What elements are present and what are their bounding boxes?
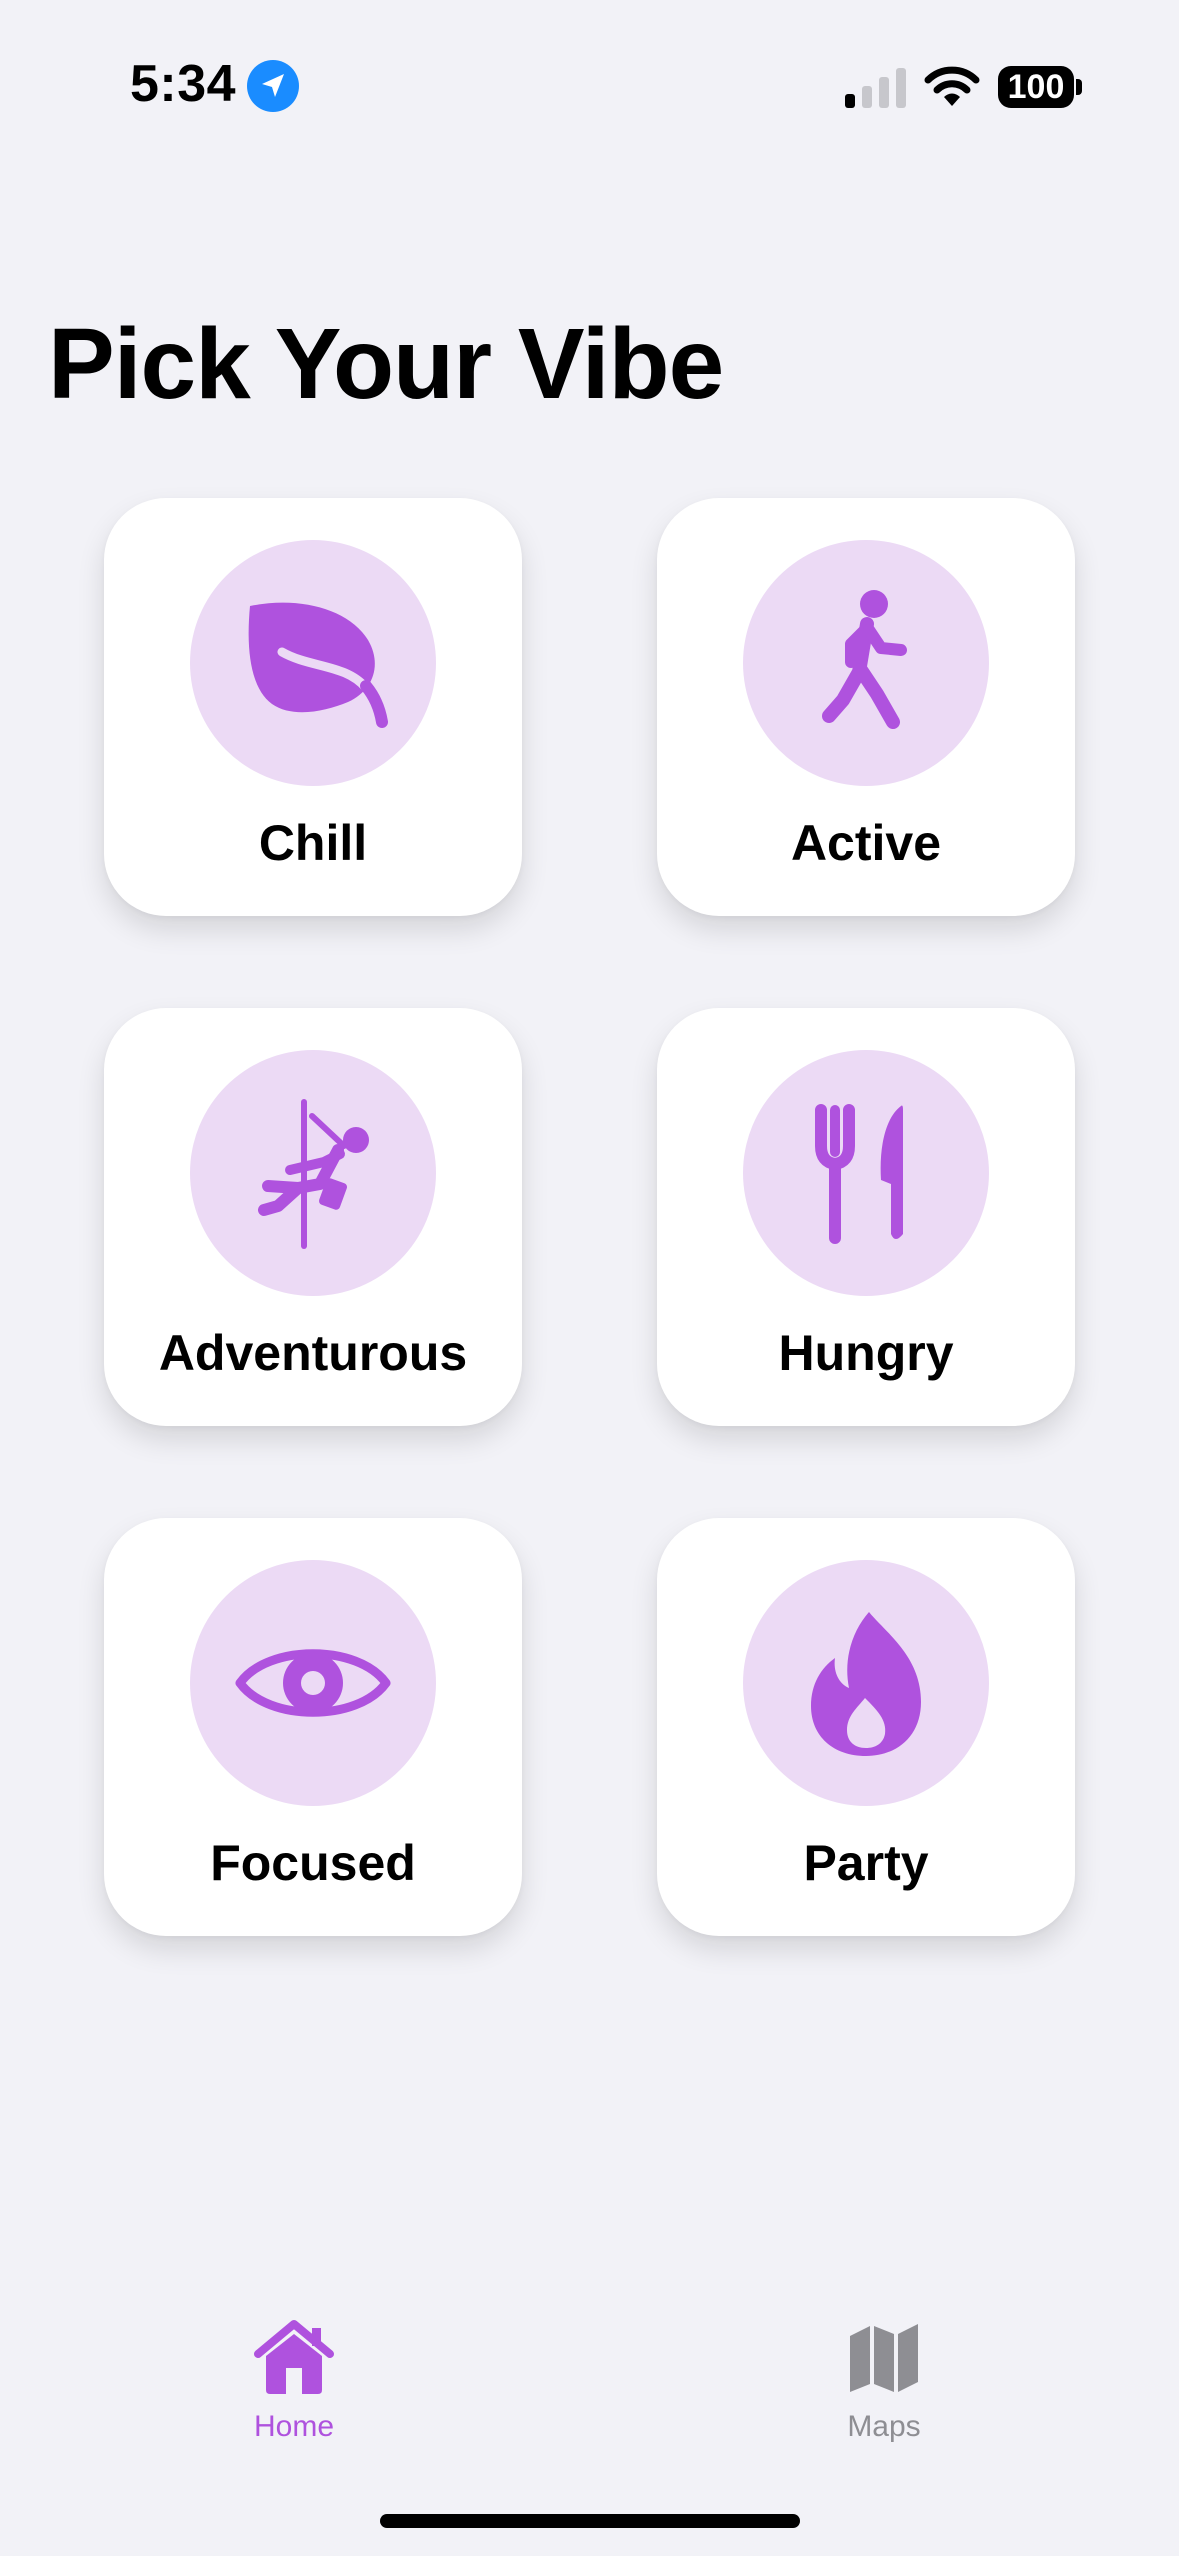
vibe-label: Active xyxy=(790,815,942,871)
cellular-signal-icon xyxy=(845,68,906,108)
battery-indicator: 100 xyxy=(998,66,1082,108)
map-icon xyxy=(850,2324,918,2392)
vibe-card-party[interactable]: Party xyxy=(657,1518,1075,1936)
tab-home[interactable]: Home xyxy=(194,2320,394,2460)
battery-cap xyxy=(1076,79,1082,95)
wifi-icon xyxy=(924,66,980,106)
tab-label: Home xyxy=(253,2410,335,2443)
icon-circle xyxy=(190,1560,436,1806)
vibe-label: Party xyxy=(803,1835,929,1891)
vibe-card-focused[interactable]: Focused xyxy=(104,1518,522,1936)
vibe-label: Hungry xyxy=(778,1325,954,1381)
status-time: 5:34 xyxy=(130,55,237,113)
page-title: Pick Your Vibe xyxy=(48,308,724,420)
vibe-card-active[interactable]: Active xyxy=(657,498,1075,916)
status-bar: 5:34 100 xyxy=(0,0,1179,170)
vibe-card-chill[interactable]: Chill xyxy=(104,498,522,916)
icon-circle xyxy=(190,1050,436,1296)
location-arrow-icon xyxy=(247,60,299,112)
leaf-icon xyxy=(248,602,388,728)
vibe-card-hungry[interactable]: Hungry xyxy=(657,1008,1075,1426)
house-icon xyxy=(254,2320,334,2394)
icon-circle xyxy=(743,1560,989,1806)
eye-icon xyxy=(235,1649,391,1717)
fork-knife-icon xyxy=(815,1104,903,1244)
vibe-label: Chill xyxy=(258,815,368,871)
vibe-label: Adventurous xyxy=(158,1325,468,1381)
tab-maps[interactable]: Maps xyxy=(784,2320,984,2460)
tab-label: Maps xyxy=(847,2410,921,2443)
battery-level: 100 xyxy=(998,66,1074,108)
climbing-person-icon xyxy=(258,1099,369,1249)
vibe-card-adventurous[interactable]: Adventurous xyxy=(104,1008,522,1426)
icon-circle xyxy=(743,540,989,786)
vibe-label: Focused xyxy=(210,1835,416,1891)
flame-icon xyxy=(811,1612,921,1756)
icon-circle xyxy=(743,1050,989,1296)
home-indicator[interactable] xyxy=(380,2514,800,2528)
icon-circle xyxy=(190,540,436,786)
walking-person-icon xyxy=(822,590,907,729)
